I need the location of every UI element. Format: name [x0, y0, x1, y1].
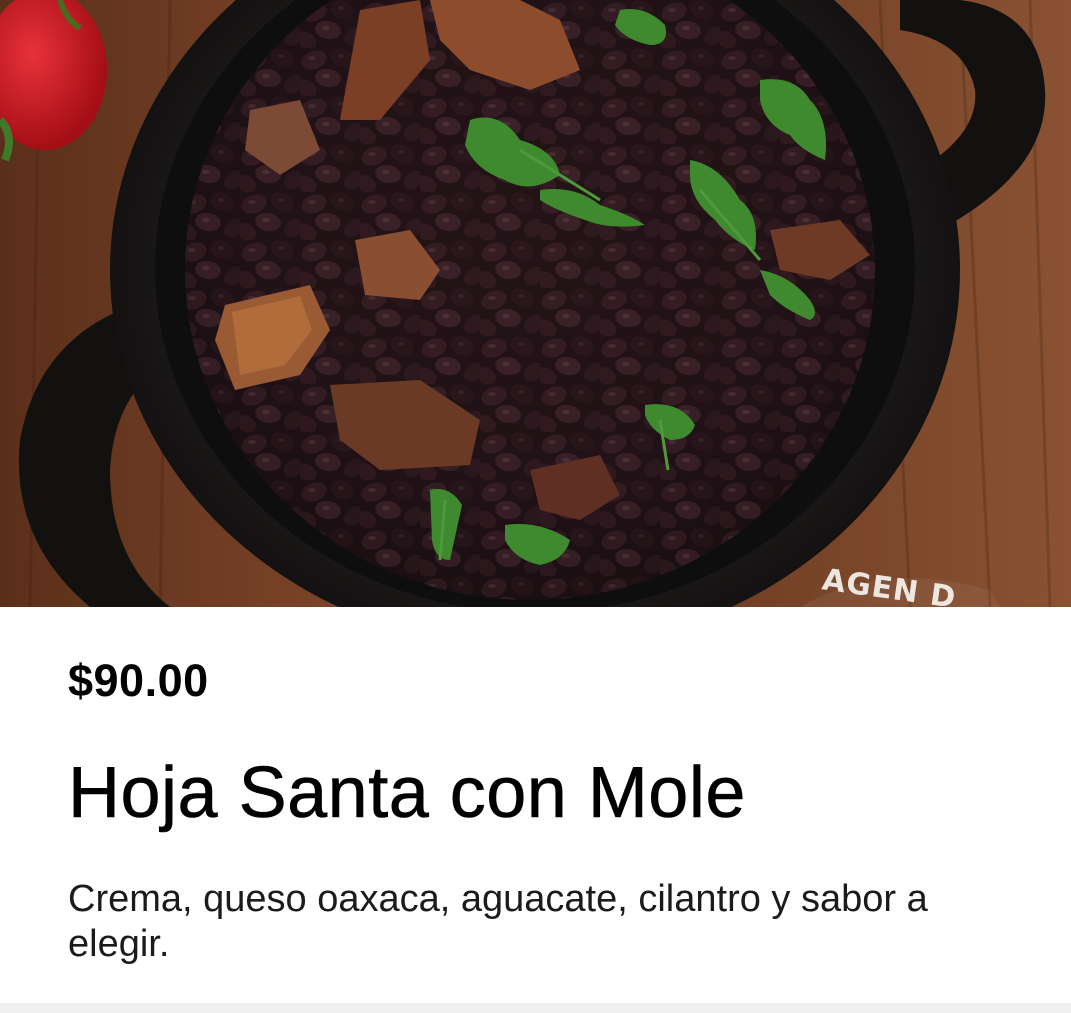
product-price: $90.00	[68, 655, 209, 706]
product-image: AGEN D	[0, 0, 1071, 607]
bottom-divider	[0, 1003, 1071, 1013]
product-description: Crema, queso oaxaca, aguacate, cilantro …	[68, 878, 928, 965]
product-info: $90.00 Hoja Santa con Mole Crema, queso …	[0, 607, 1071, 1003]
product-detail-page: AGEN D $90.00 Hoja Santa con Mole Crema,…	[0, 0, 1071, 1013]
product-photo	[0, 0, 1071, 607]
product-title: Hoja Santa con Mole	[68, 753, 746, 834]
